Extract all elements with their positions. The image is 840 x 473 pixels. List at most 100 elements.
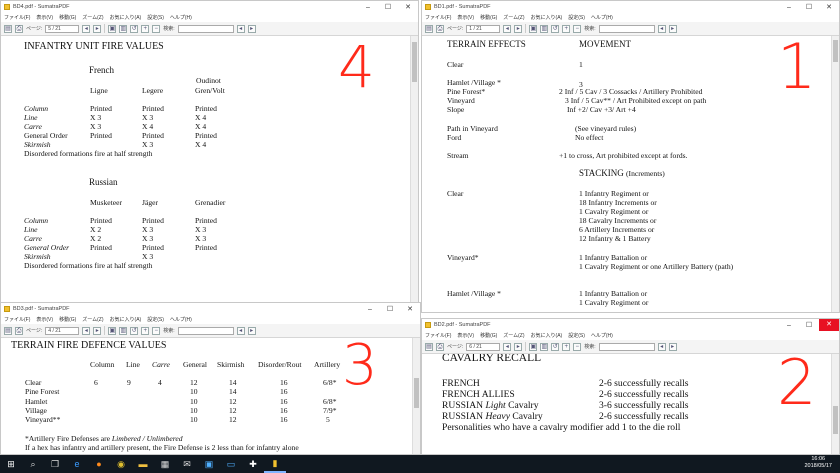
- search-icon[interactable]: ⌕: [22, 455, 44, 473]
- fit-width-icon[interactable]: ▥: [540, 24, 549, 33]
- photos-icon[interactable]: ▭: [220, 455, 242, 473]
- open-icon[interactable]: ▤: [425, 342, 433, 351]
- find-next-icon[interactable]: ▸: [668, 342, 677, 351]
- minimize-icon[interactable]: –: [779, 4, 799, 11]
- search-input[interactable]: [598, 24, 655, 33]
- zoom-out-icon[interactable]: −: [152, 24, 161, 33]
- close-icon[interactable]: ✕: [400, 305, 420, 313]
- menu-view[interactable]: 表示(V): [36, 14, 53, 21]
- scroll-thumb[interactable]: [412, 42, 417, 82]
- menu-help[interactable]: ヘルプ(H): [591, 14, 613, 21]
- vertical-scrollbar[interactable]: [831, 36, 839, 312]
- menu-zoom[interactable]: ズーム(Z): [503, 332, 524, 339]
- titlebar[interactable]: BD1.pdf - SumatraPDF – ☐ ✕: [422, 1, 839, 13]
- store-icon[interactable]: ▦: [154, 455, 176, 473]
- open-icon[interactable]: ▤: [4, 24, 12, 33]
- find-prev-icon[interactable]: ◂: [236, 326, 245, 335]
- print-icon[interactable]: ⎙: [436, 342, 444, 351]
- system-clock[interactable]: 16:06 2018/05/17: [804, 456, 832, 470]
- next-page-icon[interactable]: ▸: [93, 24, 102, 33]
- search-input[interactable]: [177, 326, 234, 335]
- edge-browser-icon[interactable]: e: [66, 455, 88, 473]
- print-icon[interactable]: ⎙: [436, 24, 444, 33]
- fit-width-icon[interactable]: ▥: [540, 342, 549, 351]
- minimize-icon[interactable]: –: [358, 4, 378, 11]
- zoom-out-icon[interactable]: −: [573, 342, 582, 351]
- menu-help[interactable]: ヘルプ(H): [170, 316, 192, 323]
- page-input[interactable]: 5 / 21: [45, 24, 80, 33]
- prev-page-icon[interactable]: ◂: [503, 342, 512, 351]
- vertical-scrollbar[interactable]: [410, 36, 418, 302]
- menu-file[interactable]: ファイル(F): [4, 14, 30, 21]
- maximize-icon[interactable]: ☐: [380, 305, 400, 313]
- minimize-icon[interactable]: –: [779, 322, 799, 329]
- page-input[interactable]: 4 / 21: [45, 326, 80, 335]
- page-input[interactable]: 6 / 21: [466, 342, 501, 351]
- rotate-left-icon[interactable]: ↺: [551, 342, 560, 351]
- page-input[interactable]: 1 / 21: [466, 24, 501, 33]
- maximize-icon[interactable]: ☐: [799, 321, 819, 329]
- menu-zoom[interactable]: ズーム(Z): [503, 14, 524, 21]
- menu-favorites[interactable]: お気に入り(A): [110, 316, 142, 323]
- vertical-scrollbar[interactable]: [831, 354, 839, 454]
- find-next-icon[interactable]: ▸: [668, 24, 677, 33]
- print-icon[interactable]: ⎙: [15, 24, 23, 33]
- menu-file[interactable]: ファイル(F): [4, 316, 30, 323]
- menu-view[interactable]: 表示(V): [457, 332, 474, 339]
- menu-goto[interactable]: 移動(G): [480, 332, 497, 339]
- open-icon[interactable]: ▤: [4, 326, 12, 335]
- prev-page-icon[interactable]: ◂: [82, 326, 91, 335]
- next-page-icon[interactable]: ▸: [514, 342, 523, 351]
- media-icon[interactable]: ▣: [198, 455, 220, 473]
- task-view-icon[interactable]: ❐: [44, 455, 66, 473]
- scroll-thumb[interactable]: [833, 406, 838, 434]
- rotate-left-icon[interactable]: ↺: [551, 24, 560, 33]
- scroll-thumb[interactable]: [414, 378, 419, 408]
- open-icon[interactable]: ▤: [425, 24, 433, 33]
- sumatra-pdf-icon[interactable]: ▮: [264, 455, 286, 473]
- fit-width-icon[interactable]: ▥: [119, 326, 128, 335]
- menu-settings[interactable]: 設定(S): [568, 332, 585, 339]
- menu-file[interactable]: ファイル(F): [425, 14, 451, 21]
- mail-icon[interactable]: ✉: [176, 455, 198, 473]
- menu-zoom[interactable]: ズーム(Z): [82, 316, 103, 323]
- find-prev-icon[interactable]: ◂: [657, 342, 666, 351]
- search-input[interactable]: [177, 24, 234, 33]
- menu-view[interactable]: 表示(V): [36, 316, 53, 323]
- search-input[interactable]: [598, 342, 655, 351]
- close-icon[interactable]: ✕: [819, 319, 839, 331]
- prev-page-icon[interactable]: ◂: [82, 24, 91, 33]
- menu-settings[interactable]: 設定(S): [147, 14, 164, 21]
- menu-favorites[interactable]: お気に入り(A): [110, 14, 142, 21]
- find-prev-icon[interactable]: ◂: [236, 24, 245, 33]
- fit-page-icon[interactable]: ▣: [108, 326, 117, 335]
- menu-favorites[interactable]: お気に入り(A): [531, 14, 563, 21]
- vertical-scrollbar[interactable]: [412, 338, 420, 454]
- zoom-out-icon[interactable]: −: [152, 326, 161, 335]
- fit-width-icon[interactable]: ▥: [119, 24, 128, 33]
- next-page-icon[interactable]: ▸: [93, 326, 102, 335]
- menu-help[interactable]: ヘルプ(H): [591, 332, 613, 339]
- scroll-thumb[interactable]: [833, 40, 838, 62]
- chrome-icon[interactable]: ◉: [110, 455, 132, 473]
- find-next-icon[interactable]: ▸: [247, 24, 256, 33]
- zoom-out-icon[interactable]: −: [573, 24, 582, 33]
- menu-settings[interactable]: 設定(S): [147, 316, 164, 323]
- find-prev-icon[interactable]: ◂: [657, 24, 666, 33]
- menu-help[interactable]: ヘルプ(H): [170, 14, 192, 21]
- zoom-in-icon[interactable]: +: [141, 24, 150, 33]
- titlebar[interactable]: BD3.pdf - SumatraPDF – ☐ ✕: [1, 303, 420, 315]
- rotate-left-icon[interactable]: ↺: [130, 24, 139, 33]
- find-next-icon[interactable]: ▸: [247, 326, 256, 335]
- firefox-icon[interactable]: ●: [88, 455, 110, 473]
- fit-page-icon[interactable]: ▣: [108, 24, 117, 33]
- titlebar[interactable]: BD4.pdf - SumatraPDF – ☐ ✕: [1, 1, 418, 13]
- menu-settings[interactable]: 設定(S): [568, 14, 585, 21]
- explorer-folder-icon[interactable]: ▬: [132, 455, 154, 473]
- next-page-icon[interactable]: ▸: [514, 24, 523, 33]
- zoom-in-icon[interactable]: +: [562, 24, 571, 33]
- minimize-icon[interactable]: –: [360, 306, 380, 313]
- menu-view[interactable]: 表示(V): [457, 14, 474, 21]
- menu-favorites[interactable]: お気に入り(A): [531, 332, 563, 339]
- close-icon[interactable]: ✕: [398, 3, 418, 11]
